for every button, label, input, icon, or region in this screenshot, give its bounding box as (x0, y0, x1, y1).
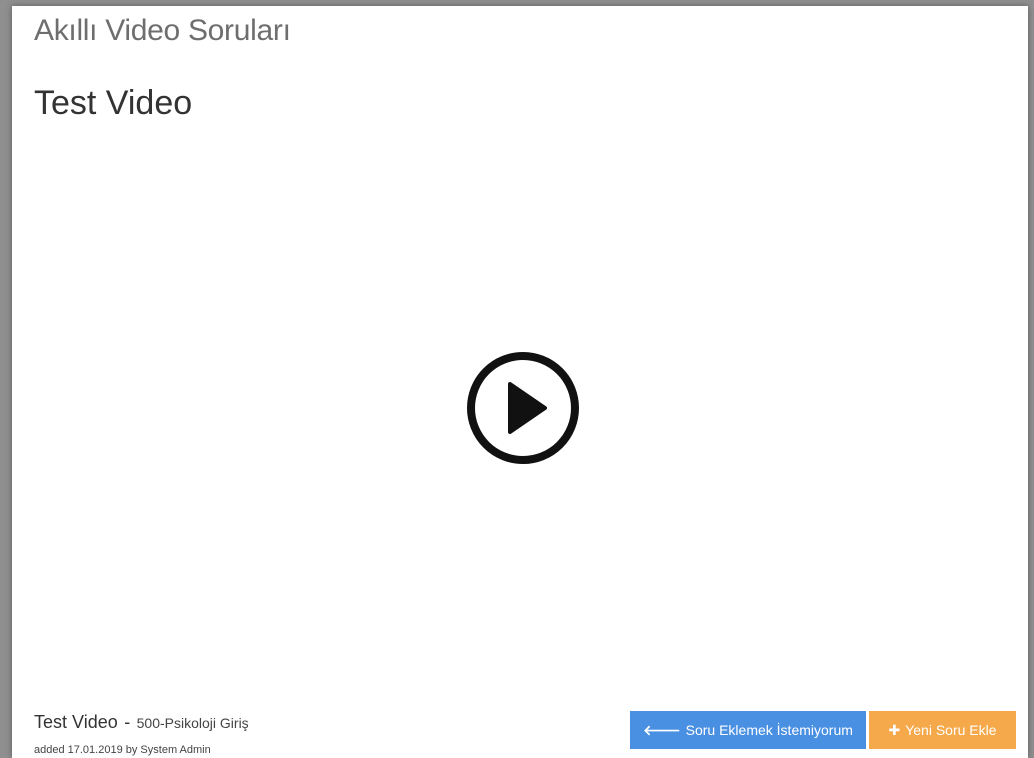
app-title: Akıllı Video Soruları (34, 14, 291, 47)
content-panel: Akıllı Video Soruları Test Video Test Vi… (12, 6, 1028, 758)
add-question-label: Yeni Soru Ekle (905, 722, 997, 738)
meta-added-info: added 17.01.2019 by System Admin (34, 744, 211, 756)
plus-icon: ✚ (888, 721, 901, 738)
arrow-left-icon: 🡐 (643, 721, 681, 738)
meta-separator: - (124, 712, 131, 732)
skip-question-button[interactable]: 🡐 Soru Eklemek İstemiyorum (630, 711, 866, 749)
meta-course-name: 500-Psikoloji Giriş (136, 715, 249, 731)
window-frame: Akıllı Video Soruları Test Video Test Vi… (0, 0, 1034, 758)
play-button[interactable] (465, 350, 581, 466)
skip-question-label: Soru Eklemek İstemiyorum (685, 722, 853, 738)
add-question-button[interactable]: ✚ Yeni Soru Ekle (869, 711, 1016, 749)
meta-video-title: Test Video (34, 712, 118, 732)
video-meta: Test Video - 500-Psikoloji Giriş (34, 712, 249, 733)
video-title: Test Video (34, 84, 193, 122)
play-circle-icon (467, 352, 579, 464)
